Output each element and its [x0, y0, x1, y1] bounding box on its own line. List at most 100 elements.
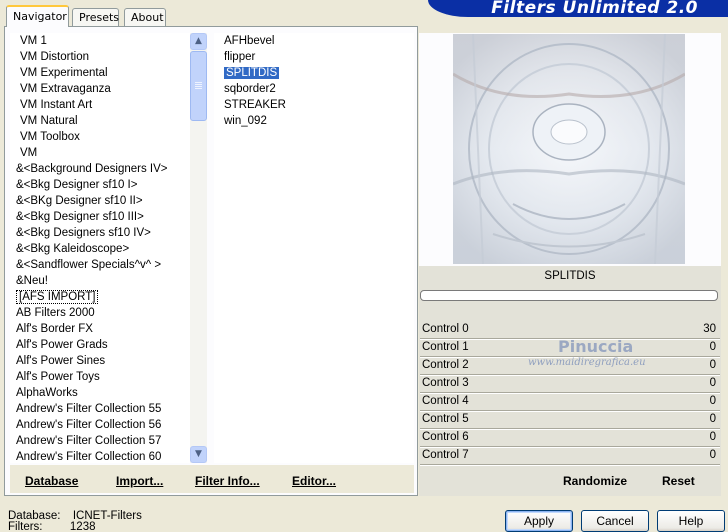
status-filters-value: 1238: [69, 521, 96, 532]
watermark-name: Pinuccia: [558, 337, 634, 356]
category-item-label: [AFS IMPORT]: [16, 290, 99, 304]
control-label: Control 2: [422, 359, 469, 371]
category-item[interactable]: [AFS IMPORT]: [16, 289, 190, 305]
category-item[interactable]: &<Bkg Kaleidoscope>: [16, 241, 190, 257]
category-item-label: Andrew's Filter Collection 60: [16, 451, 162, 463]
category-item[interactable]: &<Sandflower Specials^v^ >: [16, 257, 190, 273]
control-slider-row[interactable]: Control 6 0: [420, 430, 720, 448]
control-slider-row[interactable]: Control 5 0: [420, 412, 720, 430]
filter-list[interactable]: AFHbevel flipper SPLITDIS sqborder2 STREAKER…: [214, 33, 414, 463]
category-item[interactable]: Andrew's Filter Collection 57: [16, 433, 190, 449]
cancel-button[interactable]: Cancel: [581, 510, 649, 532]
control-label: Control 3: [422, 377, 469, 389]
control-value: 0: [709, 395, 716, 407]
filter-item[interactable]: flipper: [224, 49, 414, 65]
category-item[interactable]: Alf's Border FX: [16, 321, 190, 337]
category-item[interactable]: &<BKg Designer sf10 II>: [16, 193, 190, 209]
category-item-label: Andrew's Filter Collection 56: [16, 419, 162, 431]
control-label: Control 5: [422, 413, 469, 425]
control-label: Control 4: [422, 395, 469, 407]
apply-button[interactable]: Apply: [505, 510, 573, 532]
category-item-label: VM Toolbox: [20, 131, 80, 143]
category-item-label: &<BKg Designer sf10 II>: [16, 195, 143, 207]
filter-item-label: SPLITDIS: [224, 67, 280, 79]
scroll-up-button[interactable]: ▲: [190, 33, 207, 50]
tab-about[interactable]: About: [124, 8, 166, 26]
database-button[interactable]: Database: [25, 474, 78, 488]
control-slider-row[interactable]: Control 7 0: [420, 448, 720, 466]
category-item[interactable]: VM Experimental: [16, 65, 190, 81]
filter-item[interactable]: STREAKER: [224, 97, 414, 113]
tab-presets[interactable]: Presets: [72, 8, 119, 26]
category-item[interactable]: &<Bkg Designer sf10 I>: [16, 177, 190, 193]
category-item-label: AB Filters 2000: [16, 307, 95, 319]
scroll-thumb[interactable]: [190, 51, 207, 121]
control-label: Control 7: [422, 449, 469, 461]
randomize-button[interactable]: Randomize: [563, 474, 627, 488]
category-item[interactable]: &<Background Designers IV>: [16, 161, 190, 177]
category-item-label: VM Distortion: [20, 51, 90, 63]
category-item-label: Alf's Power Grads: [16, 339, 108, 351]
watermark-url: www.maidiregrafica.eu: [528, 357, 646, 368]
category-item[interactable]: Alf's Power Grads: [16, 337, 190, 353]
control-label: Control 0: [422, 323, 469, 335]
category-item[interactable]: &Neu!: [16, 273, 190, 289]
category-item[interactable]: Alf's Power Sines: [16, 353, 190, 369]
filter-info-button[interactable]: Filter Info...: [195, 474, 260, 488]
control-track[interactable]: [420, 464, 720, 466]
category-item-label: VM: [20, 147, 38, 159]
category-item[interactable]: &<Bkg Designers sf10 IV>: [16, 225, 190, 241]
control-value: 30: [703, 323, 716, 335]
category-item-label: &<Background Designers IV>: [16, 163, 168, 175]
filter-item-label: flipper: [224, 51, 256, 63]
help-button[interactable]: Help: [657, 510, 725, 532]
control-value: 0: [709, 377, 716, 389]
category-item[interactable]: VM Toolbox: [16, 129, 190, 145]
category-item-label: AlphaWorks: [16, 387, 78, 399]
control-slider-row[interactable]: Control 3 0: [420, 376, 720, 394]
filter-item-label: STREAKER: [224, 99, 286, 111]
scroll-down-button[interactable]: ▼: [190, 446, 207, 463]
filter-name-label: SPLITDIS: [544, 270, 596, 282]
category-item[interactable]: Andrew's Filter Collection 60: [16, 449, 190, 463]
category-item[interactable]: AlphaWorks: [16, 385, 190, 401]
editor-button[interactable]: Editor...: [292, 474, 336, 488]
control-label: Control 1: [422, 341, 469, 353]
category-item[interactable]: VM Extravaganza: [16, 81, 190, 97]
reset-button[interactable]: Reset: [662, 474, 695, 488]
control-label: Control 6: [422, 431, 469, 443]
category-item-label: Alf's Power Sines: [16, 355, 106, 367]
category-item-label: &Neu!: [16, 275, 48, 287]
category-list[interactable]: VM 1 VM Distortion VM Experimental VM Extra…: [10, 33, 190, 463]
category-item-label: VM Natural: [20, 115, 78, 127]
category-item[interactable]: VM Natural: [16, 113, 190, 129]
category-item[interactable]: AB Filters 2000: [16, 305, 190, 321]
category-scrollbar[interactable]: ▲ ▼: [190, 33, 207, 463]
control-slider-row[interactable]: Control 4 0: [420, 394, 720, 412]
category-item[interactable]: VM Distortion: [16, 49, 190, 65]
control-value: 0: [709, 449, 716, 461]
control-value: 0: [709, 431, 716, 443]
category-item[interactable]: Alf's Power Toys: [16, 369, 190, 385]
status-filters: Filters: 1238: [8, 521, 96, 532]
category-item[interactable]: &<Bkg Designer sf10 III>: [16, 209, 190, 225]
filter-item[interactable]: SPLITDIS: [224, 65, 414, 81]
category-item-label: VM Instant Art: [20, 99, 93, 111]
preview-image: [453, 34, 685, 264]
category-item[interactable]: Andrew's Filter Collection 56: [16, 417, 190, 433]
filter-item[interactable]: sqborder2: [224, 81, 414, 97]
category-item[interactable]: VM 1: [16, 33, 190, 49]
category-item-label: VM Extravaganza: [20, 83, 111, 95]
import-button[interactable]: Import...: [116, 474, 163, 488]
control-value: 0: [709, 341, 716, 353]
category-item[interactable]: Andrew's Filter Collection 55: [16, 401, 190, 417]
filter-item[interactable]: AFHbevel: [224, 33, 414, 49]
tab-navigator[interactable]: Navigator: [6, 5, 69, 27]
filter-item[interactable]: win_092: [224, 113, 414, 129]
category-item[interactable]: VM Instant Art: [16, 97, 190, 113]
category-item-label: &<Bkg Designer sf10 III>: [16, 211, 144, 223]
category-item-label: Alf's Power Toys: [16, 371, 100, 383]
control-value: 0: [709, 359, 716, 371]
app-title-banner: Filters Unlimited 2.0: [428, 0, 728, 17]
category-item[interactable]: VM: [16, 145, 190, 161]
